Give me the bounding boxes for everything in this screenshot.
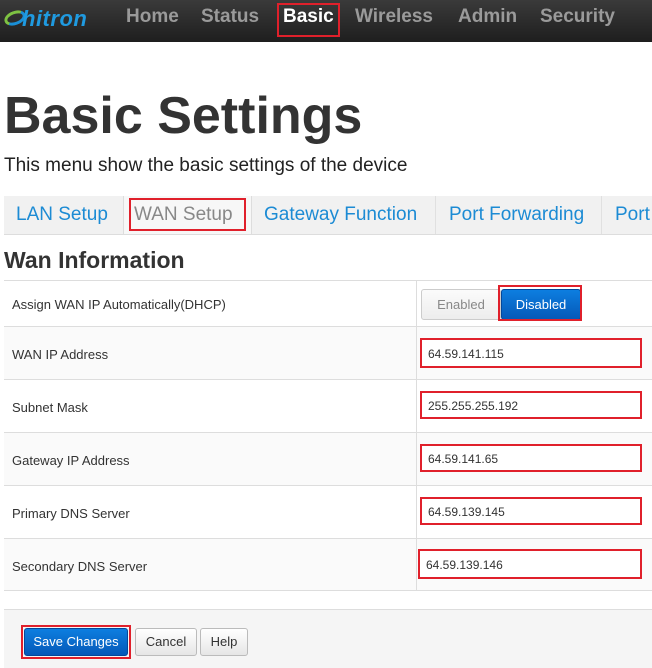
settings-tabs: LAN Setup WAN Setup Gateway Function Por… [4,196,652,235]
basic-nav-highlight [277,3,340,37]
logo-text: hitron [22,6,88,31]
tab-divider [601,196,602,234]
hitron-logo[interactable]: hitron [2,6,100,32]
value-cell [416,433,417,485]
help-button[interactable]: Help [200,628,248,656]
table-row: Gateway IP Address 64.59.141.65 [4,432,652,485]
secondary-dns-label: Secondary DNS Server [12,559,148,574]
value-cell [416,539,417,590]
subnet-mask-input[interactable]: 255.255.255.192 [420,391,642,419]
disabled-button-highlight [498,285,582,321]
dhcp-value-cell [416,281,417,326]
wan-ip-label: WAN IP Address [12,347,109,362]
dhcp-enabled-button[interactable]: Enabled [421,289,501,320]
subnet-mask-label: Subnet Mask [12,400,88,415]
top-nav-bar: hitron Home Status Basic Wireless Admin … [0,0,652,42]
tab-lan-setup[interactable]: LAN Setup [6,196,118,234]
secondary-dns-input[interactable]: 64.59.139.146 [418,549,642,579]
page-title: Basic Settings [4,87,363,145]
gateway-ip-input[interactable]: 64.59.141.65 [420,444,642,472]
section-title: Wan Information [4,247,185,273]
table-row: Assign WAN IP Automatically(DHCP) Enable… [4,280,652,326]
gateway-ip-label: Gateway IP Address [12,453,130,468]
tab-port-forwarding[interactable]: Port Forwarding [439,196,594,234]
page-subtitle: This menu show the basic settings of the… [4,155,408,176]
table-row: Primary DNS Server 64.59.139.145 [4,485,652,538]
nav-home[interactable]: Home [126,6,179,28]
tab-port[interactable]: Port [605,196,652,234]
nav-status[interactable]: Status [201,6,259,28]
nav-admin[interactable]: Admin [458,6,517,28]
value-cell [416,486,417,538]
table-row: WAN IP Address 64.59.141.115 [4,326,652,379]
wan-ip-input[interactable]: 64.59.141.115 [420,338,642,368]
primary-dns-label: Primary DNS Server [12,506,130,521]
table-row: Subnet Mask 255.255.255.192 [4,379,652,432]
value-cell [416,380,417,432]
wan-setup-tab-highlight [129,198,246,231]
tab-divider [435,196,436,234]
form-actions: Save Changes Cancel Help [4,609,652,668]
save-button-highlight [21,625,131,659]
tab-gateway-function[interactable]: Gateway Function [254,196,427,234]
table-row: Secondary DNS Server 64.59.139.146 [4,538,652,591]
primary-dns-input[interactable]: 64.59.139.145 [420,497,642,525]
value-cell [416,327,417,379]
nav-security[interactable]: Security [540,6,615,28]
dhcp-label: Assign WAN IP Automatically(DHCP) [12,297,226,312]
cancel-button[interactable]: Cancel [135,628,197,656]
nav-wireless[interactable]: Wireless [355,6,433,28]
